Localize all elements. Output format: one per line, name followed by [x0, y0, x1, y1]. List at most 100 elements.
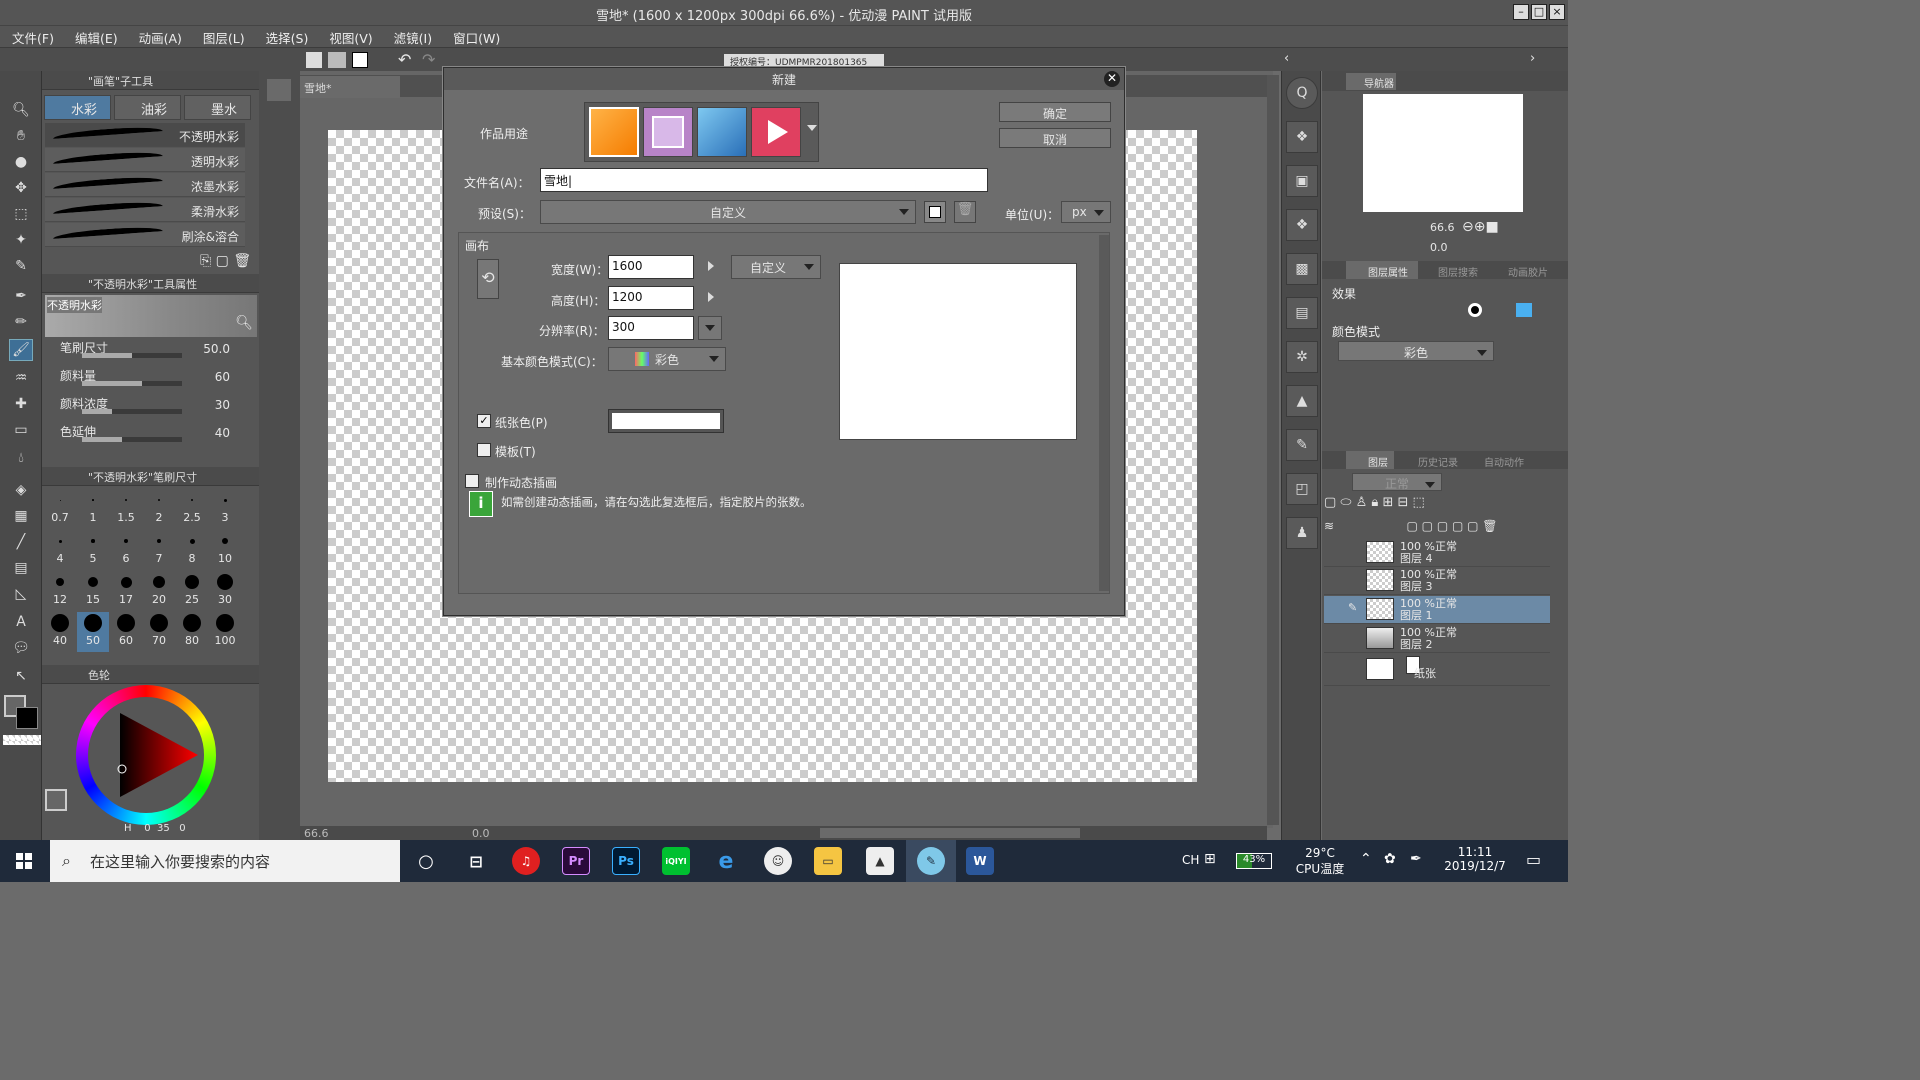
brush-item[interactable]: 透明水彩: [45, 148, 245, 172]
height-arrow-icon[interactable]: [708, 292, 719, 302]
brush-size-option[interactable]: 60: [110, 612, 142, 652]
material-icon-8[interactable]: ✎: [1286, 429, 1318, 461]
brush-size-option[interactable]: 15: [77, 571, 109, 611]
brush-item[interactable]: 刷涂&溶合: [45, 223, 245, 247]
iqiyi-icon[interactable]: iQIYI: [662, 847, 690, 875]
eyedropper-icon[interactable]: ✎: [9, 255, 33, 277]
filename-input[interactable]: 雪地|: [540, 168, 988, 192]
prop-slider[interactable]: [82, 437, 182, 442]
material-icon-3[interactable]: ❖: [1286, 209, 1318, 241]
save-icon[interactable]: [352, 52, 368, 68]
clock[interactable]: 11:11 2019/12/7: [1440, 845, 1510, 873]
minimize-button[interactable]: –: [1513, 4, 1529, 20]
brush-size-option[interactable]: 25: [176, 571, 208, 611]
photos-icon[interactable]: ▲: [866, 847, 894, 875]
swap-size-icon[interactable]: ⟲: [477, 259, 499, 299]
magnify-icon[interactable]: 🔍︎: [235, 315, 253, 331]
color-wheel-main-swatch[interactable]: [45, 789, 67, 811]
chevron-right-icon[interactable]: ›: [1530, 51, 1535, 66]
height-input[interactable]: 1200: [608, 286, 694, 310]
brush-size-option[interactable]: 100: [209, 612, 241, 652]
text-tool-icon[interactable]: A: [9, 611, 33, 633]
brush-size-option[interactable]: 50: [77, 612, 109, 652]
brush-item[interactable]: 浓墨水彩: [45, 173, 245, 197]
layer-row[interactable]: 100 %正常 图层 3: [1324, 567, 1550, 595]
open-folder-icon[interactable]: [328, 52, 346, 68]
eraser-icon[interactable]: ▭: [9, 419, 33, 441]
resolution-input[interactable]: 300: [608, 316, 694, 340]
brush-size-option[interactable]: 6: [110, 530, 142, 570]
color-wheel[interactable]: [76, 685, 216, 825]
animation-purpose-icon[interactable]: [751, 107, 801, 157]
border-effect-icon[interactable]: [1468, 303, 1482, 317]
tab-history[interactable]: 历史记录: [1418, 454, 1458, 469]
brush-size-option[interactable]: 2: [143, 489, 175, 529]
dialog-close-button[interactable]: ✕: [1104, 71, 1120, 87]
pencil-tool-icon[interactable]: ✏: [9, 311, 33, 333]
brush-size-option[interactable]: 8: [176, 530, 208, 570]
chevron-left-icon[interactable]: ‹: [1284, 51, 1289, 66]
windows-start-icon[interactable]: [16, 853, 32, 869]
brush-size-option[interactable]: 1: [77, 489, 109, 529]
close-button[interactable]: ×: [1549, 4, 1565, 20]
color-mode-select[interactable]: 彩色: [608, 347, 726, 371]
cortana-icon[interactable]: ○: [412, 847, 440, 875]
brush-size-option[interactable]: 12: [44, 571, 76, 611]
prop-slider[interactable]: [82, 353, 182, 358]
menu-select[interactable]: 选择(S): [254, 26, 318, 47]
cpu-temp[interactable]: 29°C CPU温度: [1290, 846, 1350, 877]
decoration-icon[interactable]: ✚: [9, 393, 33, 415]
hand-tool-icon[interactable]: ✋︎: [9, 125, 33, 147]
prop-brush-size[interactable]: 笔刷尺寸 50.0: [60, 339, 260, 365]
correct-line-icon[interactable]: ↖: [9, 665, 33, 687]
layer-row[interactable]: 100 %正常 图层 4: [1324, 539, 1550, 567]
edge-icon[interactable]: e: [712, 847, 740, 875]
preset-select[interactable]: 自定义: [540, 200, 916, 224]
brush-size-option[interactable]: 4: [44, 530, 76, 570]
brush-size-option[interactable]: 7: [143, 530, 175, 570]
zoom-controls-icon[interactable]: ⊖⊕■: [1462, 219, 1499, 235]
selection-tool-icon[interactable]: ⬚: [9, 203, 33, 225]
notification-icon[interactable]: ▭: [1526, 850, 1541, 869]
file-explorer-icon[interactable]: ▭: [814, 847, 842, 875]
tab-oil[interactable]: 油彩: [114, 95, 181, 120]
brush-tool-icon[interactable]: 🖌︎: [9, 339, 33, 361]
ruler-icon[interactable]: ◺: [9, 583, 33, 605]
print-purpose-icon[interactable]: [697, 107, 747, 157]
gradient-icon[interactable]: ▦: [9, 505, 33, 527]
brush-size-option[interactable]: 1.5: [110, 489, 142, 529]
material-icon-6[interactable]: ✲: [1286, 341, 1318, 373]
tab-navigator[interactable]: 导航器: [1364, 75, 1394, 90]
width-input[interactable]: 1600: [608, 255, 694, 279]
comic-purpose-icon[interactable]: [643, 107, 693, 157]
blend-mode-select[interactable]: 正常: [1352, 473, 1442, 491]
brush-size-option[interactable]: 10: [209, 530, 241, 570]
premiere-icon[interactable]: Pr: [562, 847, 590, 875]
horizontal-scrollbar[interactable]: [820, 828, 1080, 838]
document-tab[interactable]: 雪地*: [300, 76, 400, 98]
prop-paint-amount[interactable]: 颜料量 60: [60, 367, 260, 393]
input-lang[interactable]: CH: [1182, 853, 1199, 867]
quick-access-icon[interactable]: Q: [1286, 77, 1318, 109]
layer-color-icon[interactable]: [1516, 303, 1532, 317]
menu-layer[interactable]: 图层(L): [191, 26, 254, 47]
vertical-scrollbar[interactable]: [1267, 75, 1279, 825]
tab-layer-property[interactable]: 图层属性: [1368, 264, 1408, 279]
menu-file[interactable]: 文件(F): [0, 26, 63, 47]
menu-view[interactable]: 视图(V): [317, 26, 381, 47]
frame-tool-icon[interactable]: ▤: [9, 557, 33, 579]
dialog-scrollbar[interactable]: [1099, 235, 1109, 591]
animation-checkbox[interactable]: [465, 474, 479, 488]
illustration-purpose-icon[interactable]: [589, 107, 639, 157]
brush-item[interactable]: 不透明水彩: [45, 123, 245, 147]
paper-color-swatch[interactable]: [608, 409, 724, 433]
cancel-button[interactable]: 取消: [999, 128, 1111, 148]
layer-row-selected[interactable]: ✎ 100 %正常 图层 1: [1324, 596, 1550, 624]
menu-window[interactable]: 窗口(W): [441, 26, 509, 47]
battery-indicator[interactable]: 43%: [1236, 853, 1272, 869]
brush-size-option[interactable]: 2.5: [176, 489, 208, 529]
material-icon-2[interactable]: ▣: [1286, 165, 1318, 197]
clip-paint-icon[interactable]: ✎: [917, 847, 945, 875]
panel-collapse-icon[interactable]: [267, 79, 291, 101]
delete-preset-icon[interactable]: 🗑︎: [954, 201, 976, 223]
